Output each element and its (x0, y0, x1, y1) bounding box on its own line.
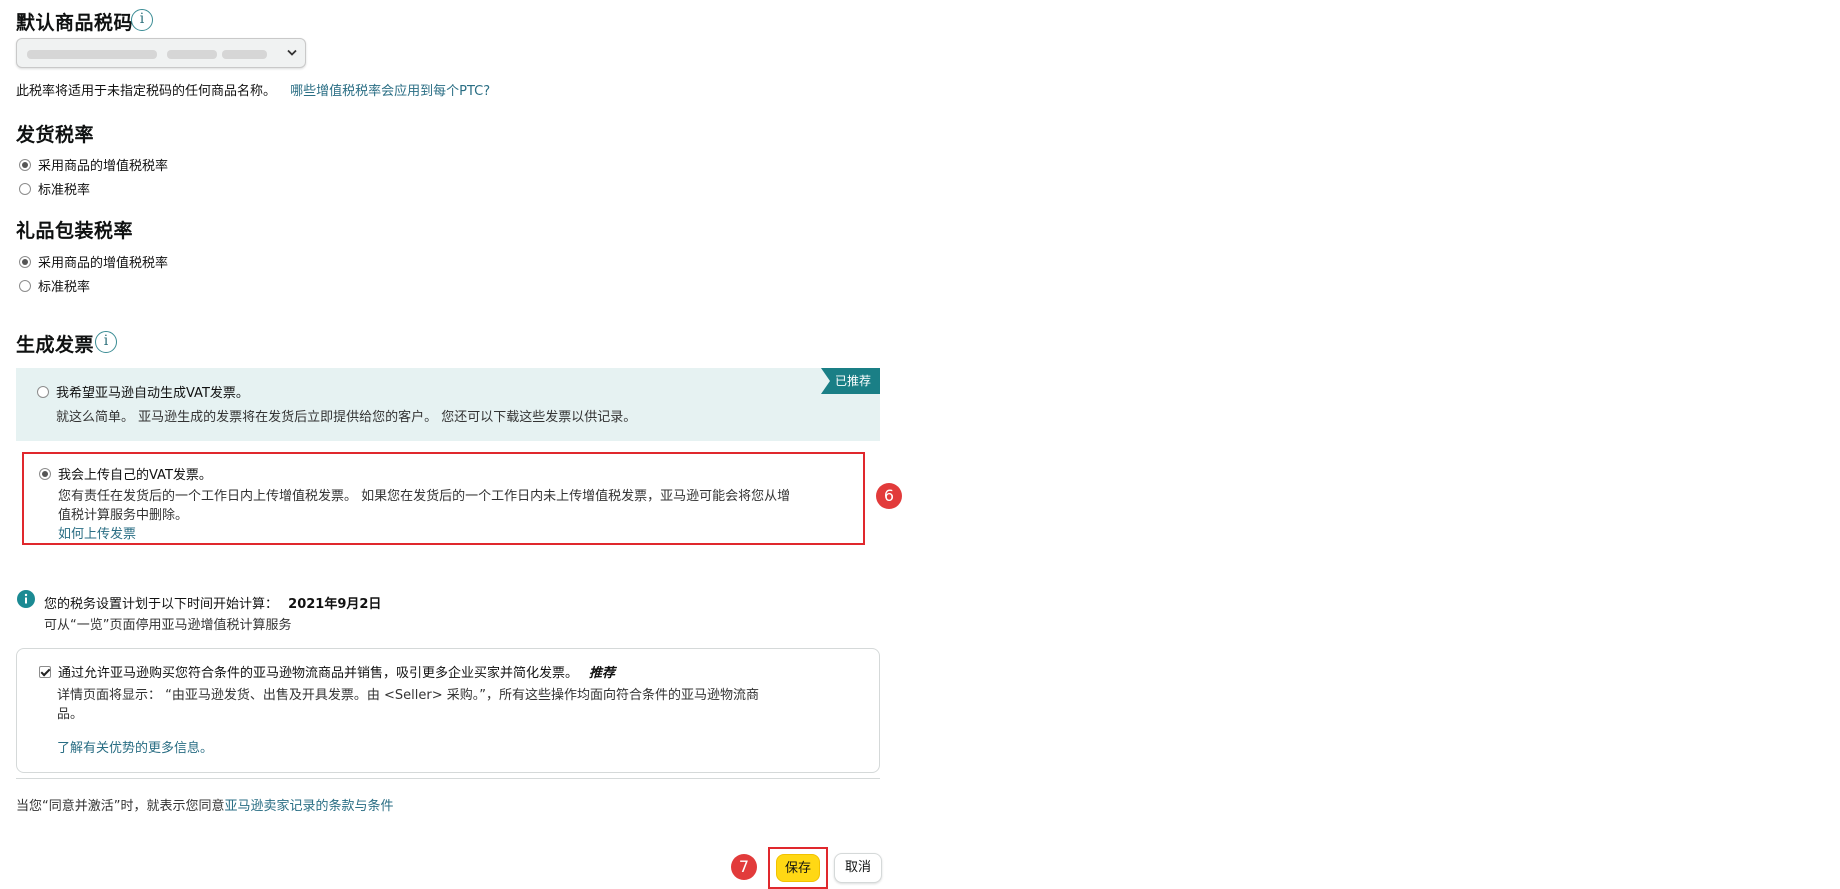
business-detail-line1: 详情页面将显示： “由亚马逊发货、出售及开具发票。由 <Seller> 采购。”… (57, 688, 759, 703)
option-label: 标准税率 (38, 183, 91, 198)
radio-button[interactable] (19, 158, 31, 171)
save-highlight: 保存 (768, 847, 828, 889)
business-detail-line2: 品。 (57, 707, 84, 722)
terms-link[interactable]: 亚马逊卖家记录的条款与条件 (224, 799, 393, 814)
checkbox[interactable] (39, 665, 51, 678)
shipping-tax-option-product[interactable]: 采用商品的增值税税率 (19, 155, 168, 174)
schedule-notice-text: 您的税务设置计划于以下时间开始计算： (44, 597, 279, 612)
annotation-marker-7: 7 (731, 854, 757, 880)
learn-more-link[interactable]: 了解有关优势的更多信息。 (57, 737, 213, 756)
option-label: 标准税率 (38, 280, 91, 295)
shipping-tax-option-standard[interactable]: 标准税率 (19, 179, 90, 198)
radio-button[interactable] (19, 255, 31, 268)
info-icon[interactable]: i (131, 9, 153, 31)
upload-invoice-highlight: 我会上传自己的VAT发票。 您有责任在发货后的一个工作日内上传增值税发票。 如果… (22, 452, 865, 545)
business-buyer-option[interactable]: 通过允许亚马逊购买您符合条件的亚马逊物流商品并销售，吸引更多企业买家并简化发票。… (39, 662, 615, 681)
how-to-upload-link[interactable]: 如何上传发票 (58, 523, 136, 542)
recommend-tag: 推荐 (589, 666, 616, 681)
default-tax-code-title: 默认商品税码 (16, 12, 134, 34)
auto-invoice-description: 就这么简单。 亚马逊生成的发票将在发货后立即提供给您的客户。 您还可以下载这些发… (56, 410, 637, 425)
annotation-marker-6: 6 (876, 483, 902, 509)
chevron-down-icon (287, 49, 297, 56)
auto-invoice-panel: 已推荐 我希望亚马逊自动生成VAT发票。 就这么简单。 亚马逊生成的发票将在发货… (16, 368, 880, 441)
gift-wrap-tax-title: 礼品包装税率 (16, 220, 134, 242)
option-label: 我会上传自己的VAT发票。 (58, 468, 212, 483)
shipping-tax-title: 发货税率 (16, 124, 95, 146)
schedule-date: 2021年9月2日 (288, 597, 382, 612)
upload-invoice-description-line2: 值税计算服务中删除。 (58, 508, 189, 523)
info-icon[interactable]: i (95, 331, 117, 353)
redacted-value (27, 50, 157, 59)
upload-invoice-description-line1: 您有责任在发货后的一个工作日内上传增值税发票。 如果您在发货后的一个工作日内未上… (58, 489, 791, 504)
cancel-button[interactable]: 取消 (834, 853, 882, 883)
radio-button[interactable] (19, 279, 31, 292)
invoice-title: 生成发票 (16, 334, 95, 356)
default-tax-code-select[interactable] (16, 38, 306, 68)
divider (16, 778, 880, 779)
save-button[interactable]: 保存 (776, 854, 820, 882)
default-tax-code-help: 此税率将适用于未指定税码的任何商品名称。 (16, 84, 277, 99)
option-label: 我希望亚马逊自动生成VAT发票。 (56, 386, 249, 401)
gift-wrap-option-standard[interactable]: 标准税率 (19, 276, 90, 295)
gift-wrap-option-product[interactable]: 采用商品的增值税税率 (19, 252, 168, 271)
radio-button[interactable] (19, 182, 31, 195)
auto-invoice-option[interactable]: 我希望亚马逊自动生成VAT发票。 (37, 382, 249, 401)
redacted-value (222, 50, 267, 59)
radio-button[interactable] (39, 467, 51, 480)
radio-button[interactable] (37, 385, 49, 398)
option-label: 采用商品的增值税税率 (38, 256, 169, 271)
redacted-value (167, 50, 217, 59)
schedule-notice-sub: 可从“一览”页面停用亚马逊增值税计算服务 (44, 618, 292, 633)
option-label: 通过允许亚马逊购买您符合条件的亚马逊物流商品并销售，吸引更多企业买家并简化发票。 (58, 666, 579, 681)
ptc-rate-link[interactable]: 哪些增值税税率会应用到每个PTC? (290, 84, 490, 99)
info-filled-icon (17, 590, 35, 608)
recommended-badge: 已推荐 (820, 368, 880, 394)
option-label: 采用商品的增值税税率 (38, 159, 169, 174)
terms-text: 当您“同意并激活”时，就表示您同意 (16, 799, 225, 814)
business-buyer-panel: 通过允许亚马逊购买您符合条件的亚马逊物流商品并销售，吸引更多企业买家并简化发票。… (16, 648, 880, 773)
upload-invoice-option[interactable]: 我会上传自己的VAT发票。 (39, 464, 212, 483)
